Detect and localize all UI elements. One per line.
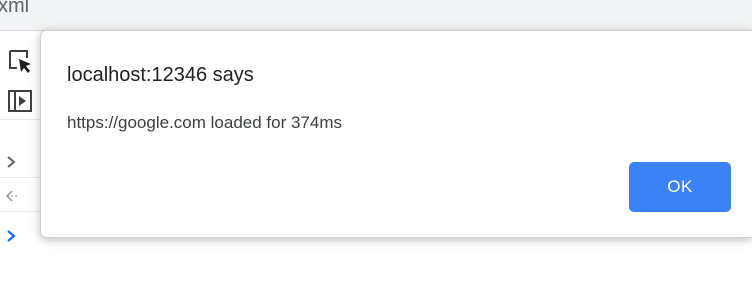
ok-button[interactable]: OK [629, 162, 731, 212]
console-row [0, 153, 40, 175]
chevron-right-icon [6, 155, 16, 173]
console-prompt[interactable] [0, 227, 40, 249]
background-text: xml [0, 0, 30, 17]
inspect-element-icon[interactable] [4, 45, 36, 77]
console-row [0, 187, 40, 209]
dialog-message: https://google.com loaded for 374ms [67, 113, 342, 132]
divider [0, 211, 40, 212]
browser-top-bar: xml [0, 0, 752, 30]
dialog-title: localhost:12346 says [67, 64, 254, 86]
alert-dialog: localhost:12346 says https://google.com … [40, 30, 752, 238]
divider [0, 119, 40, 120]
toggle-device-toolbar-icon[interactable] [4, 85, 36, 117]
prompt-chevron-icon [6, 229, 16, 247]
divider [0, 177, 40, 178]
return-arrow-icon [5, 189, 20, 207]
